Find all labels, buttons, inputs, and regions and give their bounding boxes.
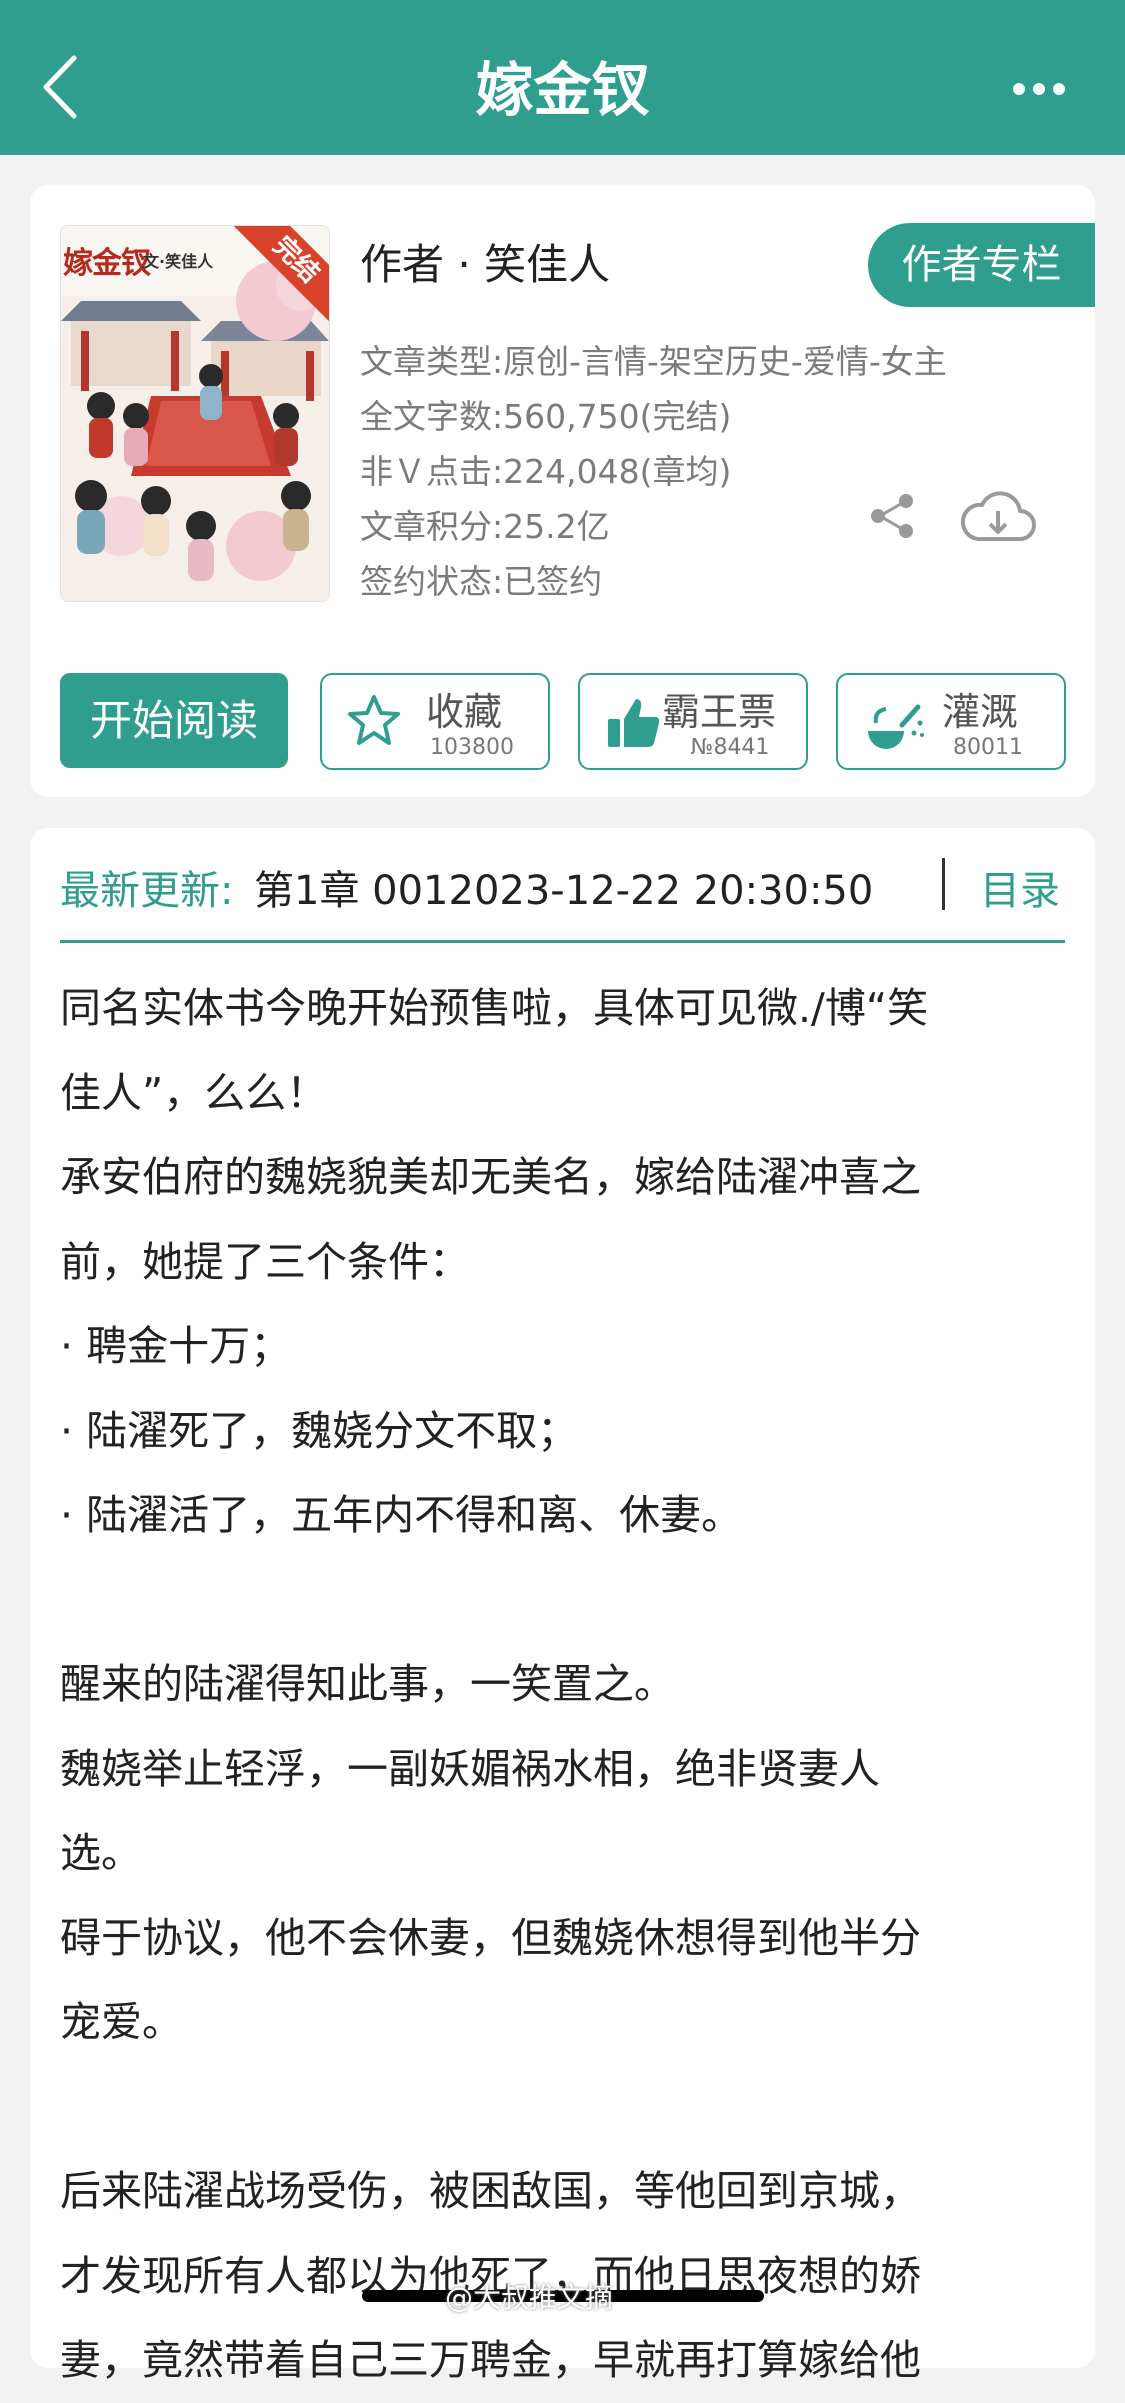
vote-ticket-label: 霸王票	[662, 690, 777, 734]
summary-line: 同名实体书今晚开始预售啦，具体可见微./博“笑	[60, 984, 929, 1032]
vote-ticket-button[interactable]: 霸王票 №8441	[578, 673, 808, 770]
vote-ticket-count: №8441	[690, 735, 770, 760]
cloud-download-icon[interactable]	[960, 487, 1036, 545]
summary-line: · 陆濯死了，魏娆分文不取；	[60, 1406, 579, 1455]
summary-line: 魏娆举止轻浮，一副妖媚祸水相，绝非贤妻人	[60, 1744, 880, 1793]
irrigate-button[interactable]: 灌溉 80011	[836, 673, 1066, 770]
irrigate-count: 80011	[953, 735, 1023, 760]
summary-line: · 聘金十万；	[60, 1322, 292, 1370]
table-of-contents-link[interactable]: 目录	[980, 858, 1060, 916]
top-app-bar: 嫁金钗	[0, 0, 1125, 155]
summary-line	[60, 2065, 1070, 2150]
watermark: @大叔推文摘	[445, 2281, 614, 2314]
author-column-button[interactable]: 作者专栏	[868, 223, 1095, 307]
book-info-card: 嫁金钗 文·笑佳人 完结 作者 · 笑佳人 作者专栏 文章类型:原创-言情-架空…	[30, 185, 1095, 797]
favorite-label: 收藏	[426, 690, 503, 734]
meta-clicks: 非Ｖ点击:224,048(章均)	[360, 452, 732, 491]
meta-genre: 文章类型:原创-言情-架空历史-爱情-女主	[360, 342, 947, 381]
summary-line: 后来陆濯战场受伤，被困敌国，等他回到京城，	[60, 2167, 921, 2215]
divider	[942, 858, 945, 910]
cover-byline: 文·笑佳人	[143, 252, 214, 271]
irrigate-label: 灌溉	[942, 690, 1019, 734]
book-summary: 同名实体书今晚开始预售啦，具体可见微./博“笑 佳人”，么么！ 承安伯府的魏娆貌…	[60, 966, 1070, 2403]
summary-line: 选。	[60, 1829, 142, 1877]
meta-score: 文章积分:25.2亿	[360, 507, 610, 546]
summary-line: · 陆濯活了，五年内不得和离、休妻。	[60, 1491, 743, 1539]
summary-line: 佳人”，么么！	[60, 1068, 328, 1117]
summary-line: 承安伯府的魏娆貌美却无美名，嫁给陆濯冲喜之	[60, 1153, 921, 1201]
meta-contract: 签约状态:已签约	[360, 562, 603, 601]
section-divider	[60, 940, 1065, 943]
book-summary-card: 最新更新: 第1章 0012023-12-22 20:30:50 目录 同名实体…	[30, 828, 1095, 2384]
thumbs-up-icon	[608, 699, 660, 747]
favorite-count: 103800	[430, 735, 514, 760]
summary-line: 碍于协议，他不会休妻，但魏娆休想得到他半分	[60, 1913, 921, 1962]
latest-update-label: 最新更新:	[60, 868, 234, 914]
cover-title: 嫁金钗	[63, 246, 151, 281]
meta-word-count: 全文字数:560,750(完结)	[360, 397, 732, 436]
star-icon	[348, 695, 400, 745]
author-name[interactable]: 作者 · 笑佳人	[360, 231, 610, 292]
watering-can-icon	[868, 704, 924, 749]
share-icon[interactable]	[868, 492, 916, 540]
favorite-button[interactable]: 收藏 103800	[320, 673, 550, 770]
page-title: 嫁金钗	[475, 56, 650, 124]
summary-line: 宠爱。	[60, 1998, 183, 2046]
cover-illustration	[61, 226, 329, 601]
latest-update-chapter[interactable]: 第1章 0012023-12-22 20:30:50	[254, 858, 873, 916]
book-cover[interactable]: 嫁金钗 文·笑佳人 完结	[60, 225, 330, 602]
more-horizontal-icon[interactable]	[1012, 76, 1066, 102]
start-reading-button[interactable]: 开始阅读	[60, 673, 288, 768]
summary-line	[60, 1558, 1070, 1643]
summary-line: 前，她提了三个条件：	[60, 1237, 470, 1286]
summary-line: 妻，竟然带着自己三万聘金，早就再打算嫁给他	[60, 2336, 921, 2384]
summary-line: 醒来的陆濯得知此事，一笑置之。	[60, 1660, 675, 1708]
